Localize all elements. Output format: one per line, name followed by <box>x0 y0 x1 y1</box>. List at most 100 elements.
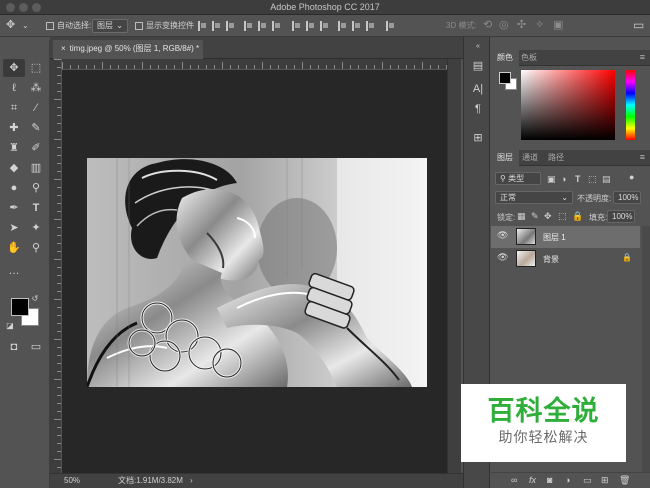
panel-menu-icon[interactable]: ≡ <box>640 152 645 162</box>
align-right-icon[interactable] <box>272 21 280 31</box>
move-tool-preset-icon[interactable]: ✥ <box>6 18 15 33</box>
swap-colors-icon[interactable]: ↺ <box>28 290 42 308</box>
vertical-ruler[interactable] <box>50 59 62 473</box>
document-tab[interactable]: × timg.jpeg @ 50% (图层 1, RGB/8#) * <box>53 40 203 59</box>
path-selection-tool-icon[interactable]: ➤ <box>3 219 25 237</box>
distribute-bottom-icon[interactable] <box>320 21 328 31</box>
distribute-hcenter-icon[interactable] <box>352 21 360 31</box>
delete-layer-icon[interactable]: 🗑 <box>619 475 630 486</box>
lock-artboard-icon[interactable]: ⬚ <box>558 211 567 222</box>
visibility-eye-icon[interactable]: 👁 <box>497 230 508 241</box>
panel-menu-icon[interactable]: ≡ <box>640 52 645 62</box>
hue-slider[interactable] <box>626 70 635 140</box>
layer-row[interactable]: 👁 图层 1 <box>491 226 640 248</box>
add-mask-icon[interactable]: ◙ <box>547 475 552 485</box>
zoom-level[interactable]: 50% <box>64 474 80 488</box>
distribute-top-icon[interactable] <box>292 21 300 31</box>
workspace-icon[interactable]: ▭ <box>633 18 644 33</box>
align-left-icon[interactable] <box>244 21 252 31</box>
link-layers-icon[interactable]: ∞ <box>511 475 517 485</box>
horizontal-ruler[interactable] <box>62 59 447 70</box>
eraser-tool-icon[interactable]: ◆ <box>3 159 25 177</box>
3d-scale-icon[interactable]: ▣ <box>553 18 563 33</box>
lasso-tool-icon[interactable]: ℓ <box>3 79 25 97</box>
visibility-eye-icon[interactable]: 👁 <box>497 252 508 263</box>
crop-tool-icon[interactable]: ⌗ <box>3 99 25 117</box>
lock-position-icon[interactable]: ✥ <box>544 211 552 222</box>
quick-mask-icon[interactable]: ◘ <box>3 338 25 356</box>
gradient-tool-icon[interactable]: ▥ <box>25 159 47 177</box>
document-size[interactable]: 文档:1.91M/3.82M <box>118 474 183 488</box>
align-bottom-icon[interactable] <box>226 21 234 31</box>
custom-shape-tool-icon[interactable]: ✦ <box>25 219 47 237</box>
document-image[interactable] <box>87 158 427 387</box>
auto-select-option[interactable]: 自动选择: <box>46 19 91 33</box>
lock-transparent-icon[interactable]: ▦ <box>517 211 526 222</box>
tab-layers[interactable]: 图层 <box>491 150 519 166</box>
align-top-icon[interactable] <box>198 21 206 31</box>
lock-image-icon[interactable]: ✎ <box>531 211 539 222</box>
filter-pixel-icon[interactable]: ▣ <box>547 174 556 185</box>
layer-filter-dropdown[interactable]: ⚲ 类型 <box>495 172 541 185</box>
type-tool-icon[interactable]: T <box>25 199 47 217</box>
chevron-down-icon[interactable]: ⌄ <box>22 18 29 33</box>
character-panel-icon[interactable]: A| <box>471 83 485 95</box>
filter-shape-icon[interactable]: ⬚ <box>588 174 597 185</box>
new-group-icon[interactable]: ▭ <box>583 475 592 486</box>
layers-scrollbar[interactable] <box>642 226 650 472</box>
hand-tool-icon[interactable]: ✋ <box>3 239 25 257</box>
new-layer-icon[interactable]: ⊞ <box>601 475 609 486</box>
opacity-input[interactable]: 100% <box>613 191 641 204</box>
filter-adjustment-icon[interactable]: ◑ <box>561 174 566 184</box>
pen-tool-icon[interactable]: ✒ <box>3 199 25 217</box>
3d-orbit-icon[interactable]: ⟲ <box>483 18 492 33</box>
auto-select-target-dropdown[interactable]: 图层 ⌄ <box>92 19 128 33</box>
tab-paths[interactable]: 路径 <box>542 150 570 166</box>
distribute-vcenter-icon[interactable] <box>306 21 314 31</box>
healing-brush-tool-icon[interactable]: ✚ <box>3 119 25 137</box>
panel-foreground-swatch[interactable] <box>499 72 511 84</box>
3d-slide-icon[interactable]: ✧ <box>535 18 544 33</box>
filter-smart-object-icon[interactable]: ▤ <box>602 174 611 185</box>
blend-mode-dropdown[interactable]: 正常 ⌄ <box>495 191 573 204</box>
3d-roll-icon[interactable]: ◎ <box>499 18 509 33</box>
show-transform-checkbox[interactable] <box>135 21 143 30</box>
distribute-left-icon[interactable] <box>338 21 346 31</box>
color-picker-field[interactable] <box>521 70 615 140</box>
layer-row[interactable]: 👁 背景 🔒 <box>491 248 640 270</box>
align-vertical-center-icon[interactable] <box>212 21 220 31</box>
magic-wand-tool-icon[interactable]: ⁂ <box>25 79 47 97</box>
3d-pan-icon[interactable]: ✣ <box>517 18 526 33</box>
default-colors-icon[interactable]: ◪ <box>3 317 17 335</box>
tab-channels[interactable]: 通道 <box>516 150 544 166</box>
filter-toggle-icon[interactable]: ● <box>629 172 634 182</box>
screen-mode-icon[interactable]: ▭ <box>25 338 47 356</box>
auto-select-checkbox[interactable] <box>46 21 54 30</box>
history-brush-tool-icon[interactable]: ✐ <box>25 139 47 157</box>
tab-swatches[interactable]: 色板 <box>515 50 543 66</box>
paragraph-panel-icon[interactable]: ¶ <box>471 103 485 115</box>
fill-input[interactable]: 100% <box>607 210 635 223</box>
brush-tool-icon[interactable]: ✎ <box>25 119 47 137</box>
history-panel-icon[interactable]: ▤ <box>471 59 485 72</box>
layer-style-icon[interactable]: fx <box>529 475 536 485</box>
collapse-icon[interactable]: « <box>471 43 485 50</box>
eyedropper-tool-icon[interactable]: ⁄ <box>25 99 47 117</box>
dodge-tool-icon[interactable]: ⚲ <box>25 179 47 197</box>
auto-align-icon[interactable] <box>386 21 394 31</box>
chevron-right-icon[interactable]: › <box>190 474 193 488</box>
more-tools-icon[interactable]: … <box>3 262 25 280</box>
zoom-tool-icon[interactable]: ⚲ <box>25 239 47 257</box>
vertical-scrollbar[interactable] <box>447 59 461 473</box>
clone-stamp-tool-icon[interactable]: ♜ <box>3 139 25 157</box>
libraries-panel-icon[interactable]: ⊞ <box>471 131 485 144</box>
marquee-tool-icon[interactable]: ⬚ <box>25 59 47 77</box>
blur-tool-icon[interactable]: ● <box>3 179 25 197</box>
move-tool-icon[interactable]: ✥ <box>3 59 25 77</box>
distribute-right-icon[interactable] <box>366 21 374 31</box>
lock-all-icon[interactable]: 🔒 <box>572 211 583 222</box>
foreground-color-swatch[interactable] <box>11 298 29 316</box>
align-horizontal-center-icon[interactable] <box>258 21 266 31</box>
close-tab-icon[interactable]: × <box>61 44 66 53</box>
show-transform-option[interactable]: 显示变换控件 <box>135 19 194 33</box>
